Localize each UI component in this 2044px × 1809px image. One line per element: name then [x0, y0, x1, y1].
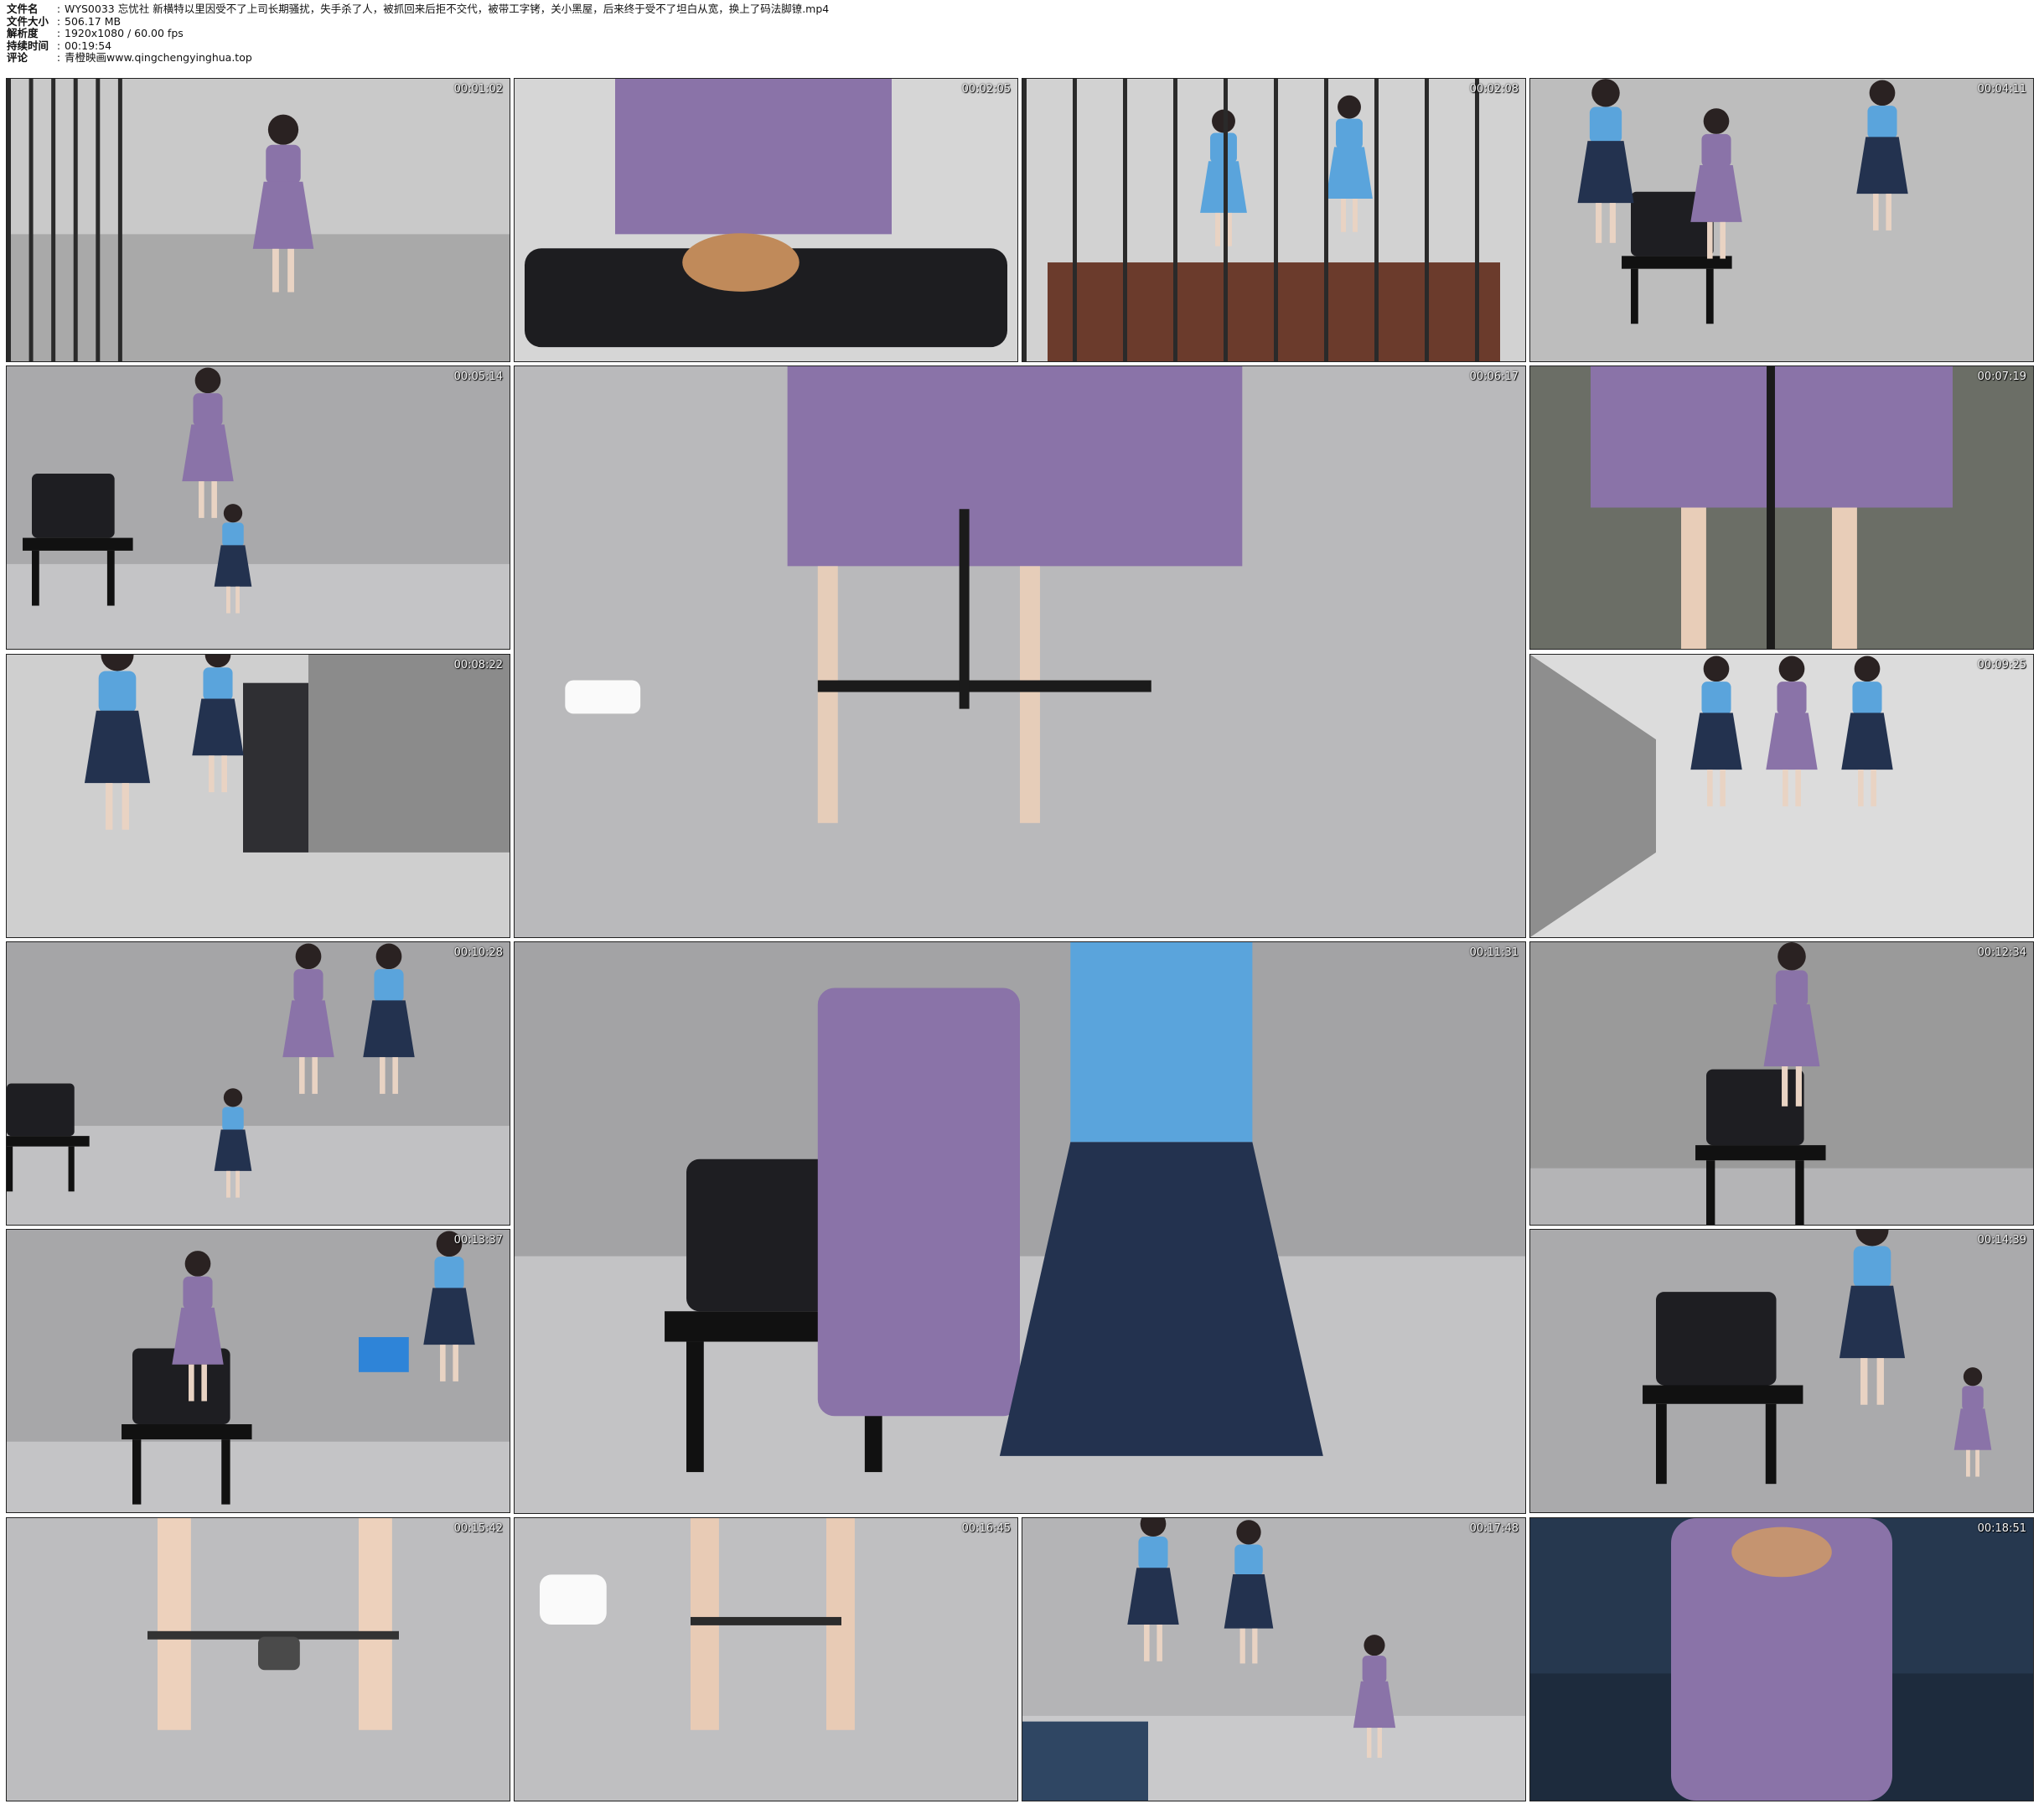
- thumbnail-frame[interactable]: 00:11:31: [514, 941, 1526, 1514]
- thumbnail-grid: 00:01:02 00:02:05 00:02:08 00:04:11 00:05:14…: [6, 78, 2037, 1805]
- thumbnail-frame[interactable]: 00:18:51: [1529, 1517, 2034, 1801]
- separator: :: [56, 27, 61, 40]
- thumbnail-image: [1022, 79, 1525, 361]
- thumbnail-frame[interactable]: 00:12:34: [1529, 941, 2034, 1226]
- thumbnail-frame[interactable]: 00:04:11: [1529, 78, 2034, 362]
- thumbnail-frame[interactable]: 00:06:17: [514, 365, 1526, 938]
- thumbnail-image: [515, 1518, 1017, 1801]
- thumbnail-timestamp: 00:11:31: [1469, 946, 1519, 959]
- thumbnail-image: [1530, 79, 2033, 361]
- thumbnail-image: [1530, 655, 2033, 937]
- thumbnail-timestamp: 00:17:48: [1469, 1522, 1519, 1535]
- separator: :: [56, 3, 61, 15]
- thumbnail-timestamp: 00:13:37: [453, 1234, 503, 1247]
- thumbnail-frame[interactable]: 00:05:14: [6, 365, 510, 650]
- thumbnail-frame[interactable]: 00:09:25: [1529, 654, 2034, 938]
- thumbnail-timestamp: 00:14:39: [1977, 1234, 2026, 1247]
- thumbnail-frame[interactable]: 00:16:45: [514, 1517, 1018, 1801]
- separator: :: [56, 51, 61, 65]
- file-info-header: 文件名: WYS0033 忘忧社 新横特以里因受不了上司长期骚扰，失手杀了人，被抓…: [7, 3, 2035, 75]
- file-size-value: 506.17 MB: [65, 14, 122, 28]
- resolution-value: 1920x1080 / 60.00 fps: [65, 27, 184, 40]
- thumbnail-timestamp: 00:16:45: [961, 1522, 1011, 1535]
- thumbnail-image: [1022, 1518, 1525, 1801]
- thumbnail-image: [515, 366, 1525, 937]
- resolution-row: 解析度:1920x1080 / 60.00 fps: [7, 28, 2035, 40]
- thumbnail-frame[interactable]: 00:02:08: [1022, 78, 1526, 362]
- thumbnail-timestamp: 00:02:05: [961, 83, 1011, 96]
- comment-row: 评论: 青橙映画www.qingchengyinghua.top: [7, 52, 2035, 65]
- thumbnail-timestamp: 00:04:11: [1977, 83, 2026, 96]
- duration-row: 持续时间:00:19:54: [7, 39, 2035, 53]
- thumbnail-frame[interactable]: 00:02:05: [514, 78, 1018, 362]
- thumbnail-image: [7, 1230, 510, 1512]
- separator: :: [56, 39, 61, 52]
- comment-label: 评论: [7, 51, 28, 65]
- thumbnail-frame[interactable]: 00:10:28: [6, 941, 510, 1226]
- thumbnail-image: [1530, 1230, 2033, 1512]
- thumbnail-timestamp: 00:12:34: [1977, 946, 2026, 959]
- thumbnail-image: [515, 79, 1017, 361]
- thumbnail-image: [515, 942, 1525, 1513]
- thumbnail-timestamp: 00:01:02: [453, 83, 503, 96]
- thumbnail-timestamp: 00:05:14: [453, 371, 503, 383]
- comment-value: 青橙映画www.qingchengyinghua.top: [65, 51, 252, 65]
- file-size-label: 文件大小: [7, 14, 49, 28]
- duration-value: 00:19:54: [65, 39, 112, 52]
- thumbnail-image: [7, 942, 510, 1225]
- thumbnail-timestamp: 00:15:42: [453, 1522, 503, 1535]
- thumbnail-frame[interactable]: 00:15:42: [6, 1517, 510, 1801]
- file-name-value: WYS0033 忘忧社 新横特以里因受不了上司长期骚扰，失手杀了人，被抓回来后拒…: [65, 3, 830, 15]
- thumbnail-timestamp: 00:08:22: [453, 659, 503, 671]
- duration-label: 持续时间: [7, 39, 49, 52]
- thumbnail-timestamp: 00:10:28: [453, 946, 503, 959]
- thumbnail-frame[interactable]: 00:17:48: [1022, 1517, 1526, 1801]
- thumbnail-image: [7, 1518, 510, 1801]
- separator: :: [56, 14, 61, 28]
- thumbnail-frame[interactable]: 00:08:22: [6, 654, 510, 938]
- thumbnail-timestamp: 00:09:25: [1977, 659, 2026, 671]
- thumbnail-frame[interactable]: 00:13:37: [6, 1229, 510, 1513]
- file-size-row: 文件大小:506.17 MB: [7, 14, 2035, 29]
- file-name-row: 文件名: WYS0033 忘忧社 新横特以里因受不了上司长期骚扰，失手杀了人，被抓…: [7, 3, 2035, 16]
- resolution-label: 解析度: [7, 27, 39, 40]
- thumbnail-timestamp: 00:02:08: [1469, 83, 1519, 96]
- thumbnail-image: [7, 79, 510, 361]
- thumbnail-timestamp: 00:06:17: [1469, 371, 1519, 383]
- thumbnail-timestamp: 00:07:19: [1977, 371, 2026, 383]
- thumbnail-image: [1530, 1518, 2033, 1801]
- file-name-label: 文件名: [7, 3, 39, 15]
- thumbnail-frame[interactable]: 00:01:02: [6, 78, 510, 362]
- thumbnail-image: [7, 655, 510, 937]
- thumbnail-frame[interactable]: 00:14:39: [1529, 1229, 2034, 1513]
- thumbnail-image: [1530, 942, 2033, 1225]
- thumbnail-frame[interactable]: 00:07:19: [1529, 365, 2034, 650]
- thumbnail-timestamp: 00:18:51: [1977, 1522, 2026, 1535]
- thumbnail-image: [7, 366, 510, 649]
- thumbnail-image: [1530, 366, 2033, 649]
